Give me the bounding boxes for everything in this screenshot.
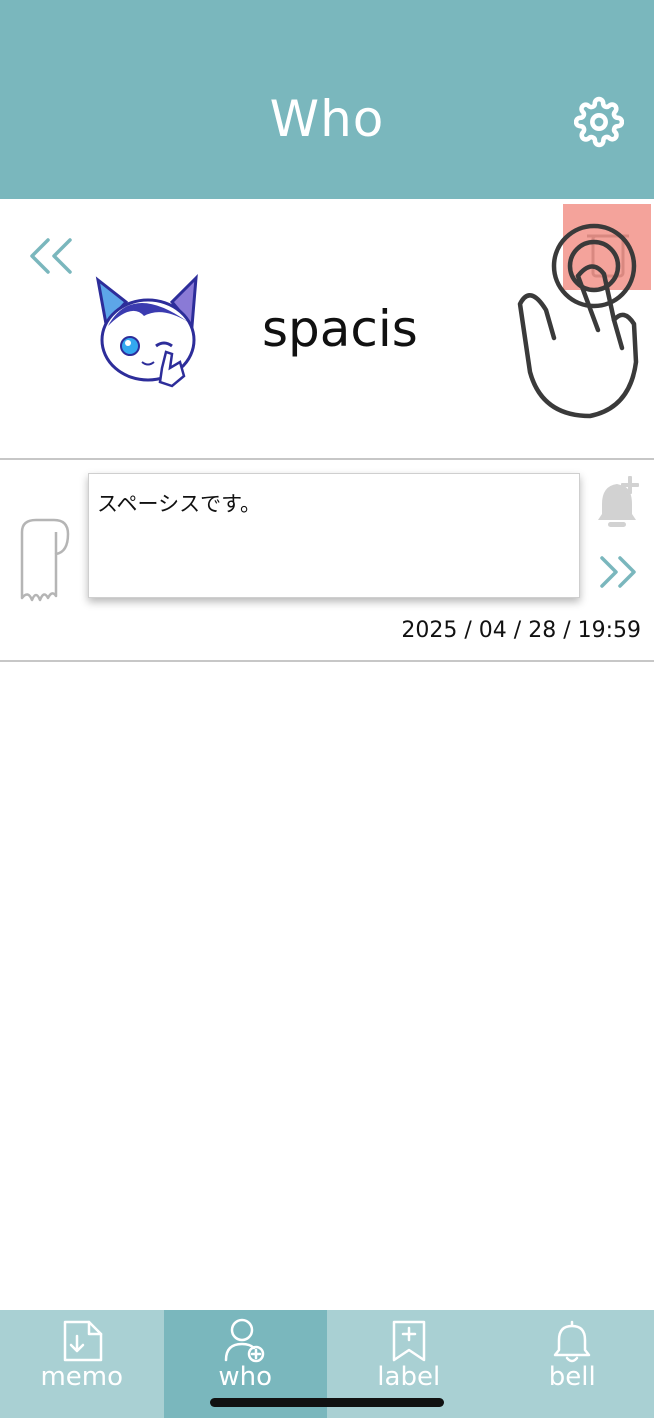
bell-icon [554,1320,591,1363]
app-header: Who [0,0,654,199]
double-chevron-left-icon[interactable] [26,236,78,276]
tab-bell[interactable]: bell [491,1310,654,1418]
tab-label: label [377,1362,441,1392]
divider [0,660,654,662]
memo-timestamp: 2025 / 04 / 28 / 19:59 [401,618,641,643]
profile-name: spacis [262,300,418,358]
bell-plus-icon[interactable] [594,474,644,530]
bookmark-plus-icon [392,1320,425,1362]
trash-icon [587,234,629,278]
gear-icon[interactable] [574,96,624,148]
tab-label: who [218,1362,273,1392]
paper-scroll-icon[interactable] [14,516,72,606]
tab-label: memo [40,1362,124,1392]
memo-text-box[interactable]: スペーシスです。 [88,473,580,598]
person-add-icon [225,1318,265,1363]
home-indicator [210,1398,444,1407]
divider [0,458,654,460]
memo-download-icon [63,1320,102,1362]
delete-button[interactable] [563,204,651,290]
double-chevron-right-icon[interactable] [598,554,640,590]
tab-memo[interactable]: memo [0,1310,164,1418]
cat-avatar [95,274,198,388]
memo-text: スペーシスです。 [97,492,262,516]
page-title: Who [269,90,385,148]
tab-label: bell [548,1362,596,1392]
